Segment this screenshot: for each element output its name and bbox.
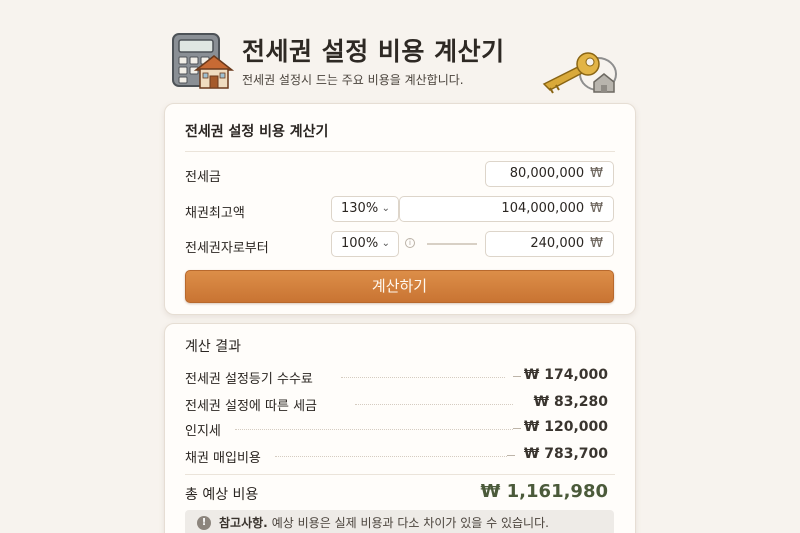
total-label: 총 예상 비용: [185, 487, 259, 503]
result-row-value: ₩ 83,280: [533, 394, 608, 410]
result-row-value: ₩ 783,700: [523, 446, 608, 462]
page-subtitle: 전세권 설정시 드는 주요 비용을 계산합니다.: [242, 73, 464, 87]
won-unit: ₩: [590, 201, 603, 216]
max-bond-rate-select[interactable]: 130% ⌄: [331, 196, 399, 222]
note-heading: 참고사항.: [219, 516, 268, 530]
max-bond-input[interactable]: 104,000,000 ₩: [399, 196, 614, 222]
leader-dash: [513, 428, 521, 429]
leader-dots: [355, 404, 513, 405]
calculate-button[interactable]: 계산하기: [185, 270, 614, 303]
max-bond-label: 채권최고액: [185, 206, 245, 221]
result-row-label: 인지세: [185, 424, 221, 439]
result-card: 계산 결과 전세권 설정등기 수수료 ₩ 174,000 전세권 설정에 따른 …: [164, 323, 636, 533]
alert-icon: !: [197, 516, 211, 530]
leader-dash: [507, 455, 515, 456]
deposit-value: 80,000,000: [509, 166, 585, 181]
calculator-form-card: 전세권 설정 비용 계산기 전세금 80,000,000 ₩ 채권최고액 130%…: [164, 103, 636, 315]
from-holder-rate-value: 100%: [341, 236, 379, 251]
from-holder-rate-select[interactable]: 100% ⌄: [331, 231, 399, 257]
key-icon: [542, 52, 617, 94]
form-title: 전세권 설정 비용 계산기: [185, 124, 329, 140]
total-value: ₩ 1,161,980: [480, 481, 608, 502]
calculator-house-icon: [172, 33, 234, 89]
won-unit: ₩: [590, 236, 603, 251]
deposit-label: 전세금: [185, 170, 221, 185]
result-title: 계산 결과: [185, 339, 241, 355]
leader-dots: [275, 456, 507, 457]
leader-dash: [513, 376, 521, 377]
result-row-value: ₩ 174,000: [523, 367, 608, 383]
result-row-value: ₩ 120,000: [523, 419, 608, 435]
result-row-label: 전세권 설정등기 수수료: [185, 372, 313, 387]
result-row-label: 전세권 설정에 따른 세금: [185, 399, 317, 414]
note-box: ! 참고사항. 예상 비용은 실제 비용과 다소 차이가 있을 수 있습니다.: [185, 510, 614, 533]
from-holder-value: 240,000: [530, 236, 585, 251]
chevron-down-icon: ⌄: [381, 238, 390, 249]
form-divider: [185, 151, 615, 152]
result-divider: [185, 474, 615, 475]
page-title: 전세권 설정 비용 계산기: [242, 37, 505, 66]
from-holder-input[interactable]: 240,000 ₩: [485, 231, 614, 257]
max-bond-value: 104,000,000: [501, 201, 585, 216]
chevron-down-icon: ⌄: [381, 203, 390, 214]
rate-slider[interactable]: [427, 243, 477, 245]
from-holder-label: 전세권자로부터: [185, 241, 269, 256]
info-icon[interactable]: i: [405, 238, 415, 248]
leader-dots: [341, 377, 505, 378]
max-bond-rate-value: 130%: [341, 201, 379, 216]
result-row-label: 채권 매입비용: [185, 451, 261, 466]
won-unit: ₩: [590, 166, 603, 181]
deposit-input[interactable]: 80,000,000 ₩: [485, 161, 614, 187]
note-text: 예상 비용은 실제 비용과 다소 차이가 있을 수 있습니다.: [271, 516, 549, 530]
leader-dots: [235, 429, 513, 430]
